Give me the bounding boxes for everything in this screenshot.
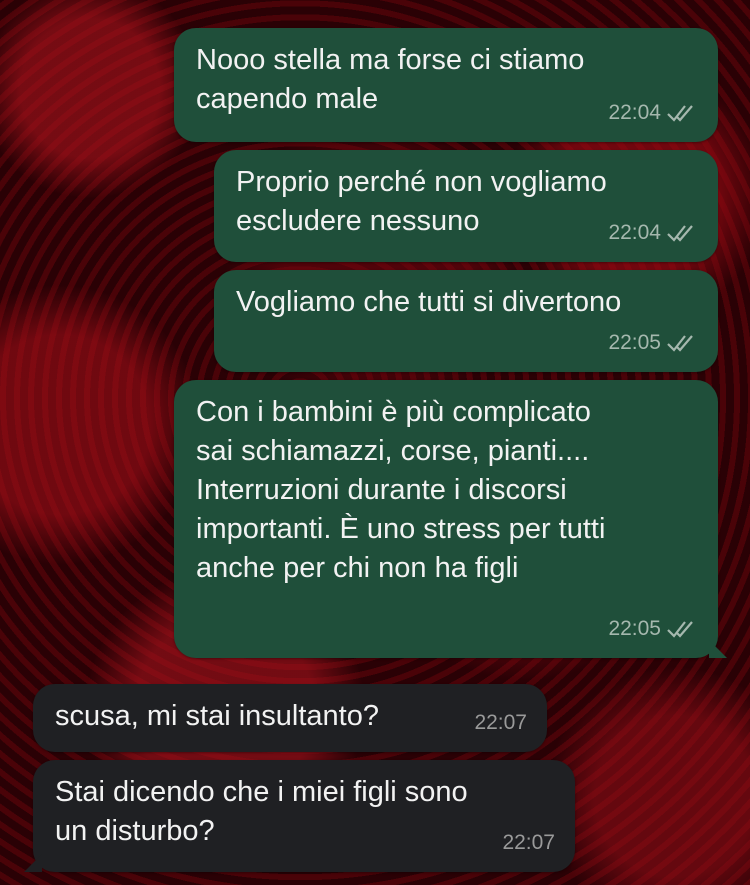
message-bubble[interactable]: Nooo stella ma forse ci stiamo capendo m… (174, 28, 718, 142)
message-bubble[interactable]: Proprio perché non vogliamo escludere ne… (214, 150, 718, 262)
message-time: 22:04 (608, 101, 661, 124)
message-text: scusa, mi stai insultanto? (55, 700, 379, 732)
message-time: 22:04 (608, 221, 661, 244)
message-bubble[interactable]: scusa, mi stai insultanto? 22:07 (33, 684, 547, 752)
read-ticks-icon (667, 104, 693, 122)
bubble-tail (24, 854, 42, 872)
message-time: 22:05 (608, 617, 661, 640)
bubble-tail (709, 640, 727, 658)
read-ticks-icon (667, 334, 693, 352)
message-time: 22:07 (474, 711, 527, 734)
message-text: Stai dicendo che i miei figli sono un di… (55, 776, 468, 847)
message-bubble[interactable]: Vogliamo che tutti si divertono 22:05 (214, 270, 718, 372)
message-time: 22:07 (502, 831, 555, 854)
message-time: 22:05 (608, 331, 661, 354)
message-bubble[interactable]: Stai dicendo che i miei figli sono un di… (24, 760, 575, 872)
read-ticks-icon (667, 224, 693, 242)
message-text: Con i bambini è più complicato sai schia… (196, 396, 606, 584)
read-ticks-icon (667, 620, 693, 638)
message-bubble[interactable]: Con i bambini è più complicato sai schia… (174, 380, 727, 658)
message-text: Vogliamo che tutti si divertono (236, 286, 622, 318)
